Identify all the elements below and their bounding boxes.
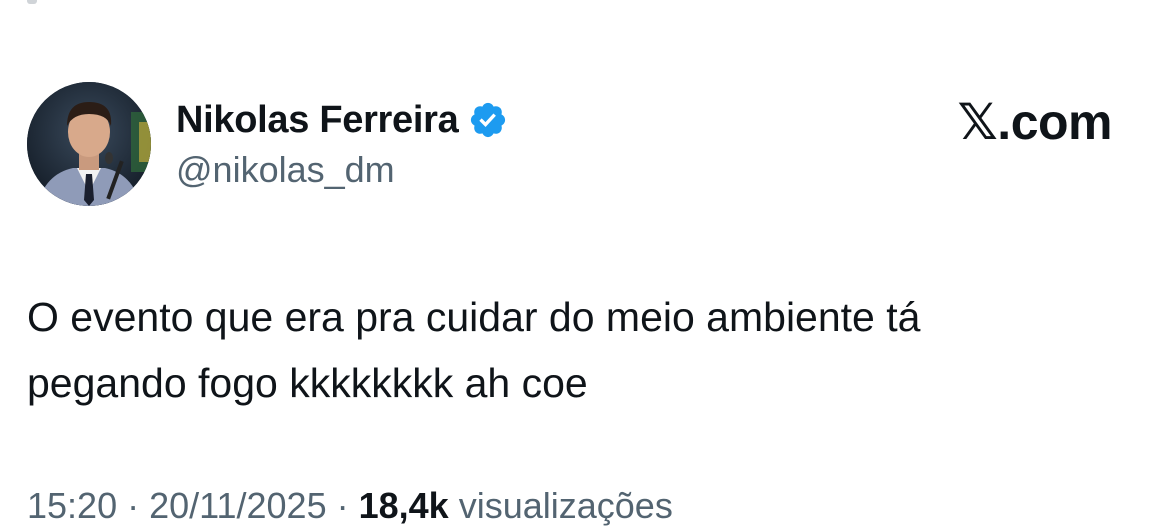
post-time[interactable]: 15:20 — [27, 485, 117, 526]
post-date[interactable]: 20/11/2025 — [149, 485, 327, 526]
author-handle[interactable]: @nikolas_dm — [176, 148, 395, 192]
views-count: 18,4k — [358, 485, 449, 526]
top-edge-mark — [27, 0, 37, 4]
brand-glyph: 𝕏 — [957, 93, 998, 151]
post-text: O evento que era pra cuidar do meio ambi… — [27, 294, 921, 406]
avatar[interactable] — [27, 82, 151, 206]
tweet-card: Nikolas Ferreira @nikolas_dm 𝕏 .com O eve… — [0, 0, 1170, 526]
meta-separator: · — [117, 485, 150, 526]
x-logo-icon: 𝕏 .com — [958, 92, 1113, 152]
meta-separator: · — [326, 485, 359, 526]
views-label: visualizações — [458, 485, 673, 526]
brand-suffix: .com — [997, 94, 1112, 150]
author-display-name[interactable]: Nikolas Ferreira — [176, 96, 459, 144]
author-name-row: Nikolas Ferreira — [176, 96, 508, 144]
verified-badge-icon — [468, 100, 508, 140]
